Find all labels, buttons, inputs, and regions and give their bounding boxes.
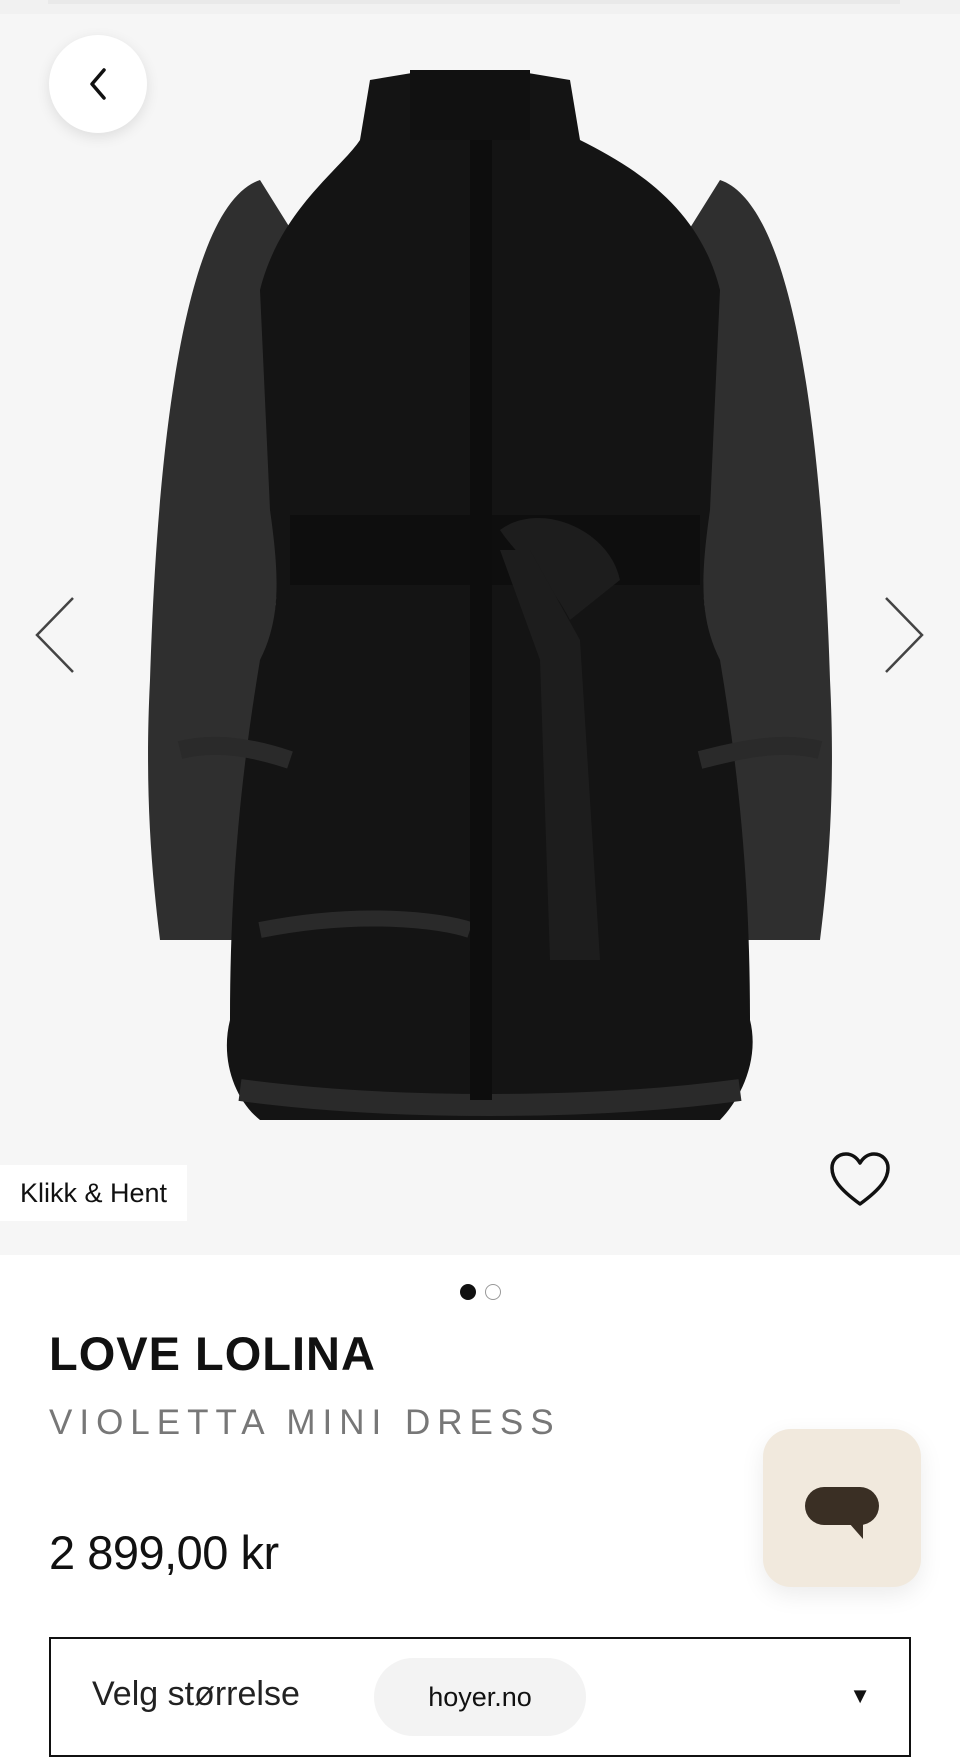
chat-bubble-icon	[805, 1487, 879, 1539]
pagination-dot[interactable]	[484, 1284, 501, 1300]
product-image-gallery[interactable]: Klikk & Hent	[0, 0, 960, 1255]
pagination-dot-active[interactable]	[459, 1284, 476, 1300]
product-price: 2 899,00 kr	[49, 1526, 279, 1579]
chevron-right-icon	[885, 597, 924, 673]
size-select-label: Velg størrelse	[92, 1675, 300, 1713]
next-image-button[interactable]	[870, 590, 940, 680]
previous-image-button[interactable]	[25, 590, 95, 680]
brand-name[interactable]: LOVE LOLINA	[49, 1326, 376, 1381]
chevron-left-icon	[35, 597, 74, 673]
status-bar	[0, 0, 960, 14]
product-image	[148, 70, 832, 1120]
back-arrow-icon	[90, 68, 106, 100]
browser-url-pill[interactable]: hoyer.no	[374, 1658, 586, 1736]
back-button[interactable]	[49, 35, 147, 133]
product-name: VIOLETTA MINI DRESS	[49, 1403, 561, 1442]
dropdown-caret-icon: ▼	[849, 1683, 871, 1708]
image-pagination[interactable]	[0, 1284, 960, 1300]
pickup-badge: Klikk & Hent	[0, 1165, 188, 1221]
heart-icon	[830, 1152, 890, 1206]
favorite-button[interactable]	[828, 1150, 892, 1210]
chat-button[interactable]	[763, 1429, 921, 1587]
